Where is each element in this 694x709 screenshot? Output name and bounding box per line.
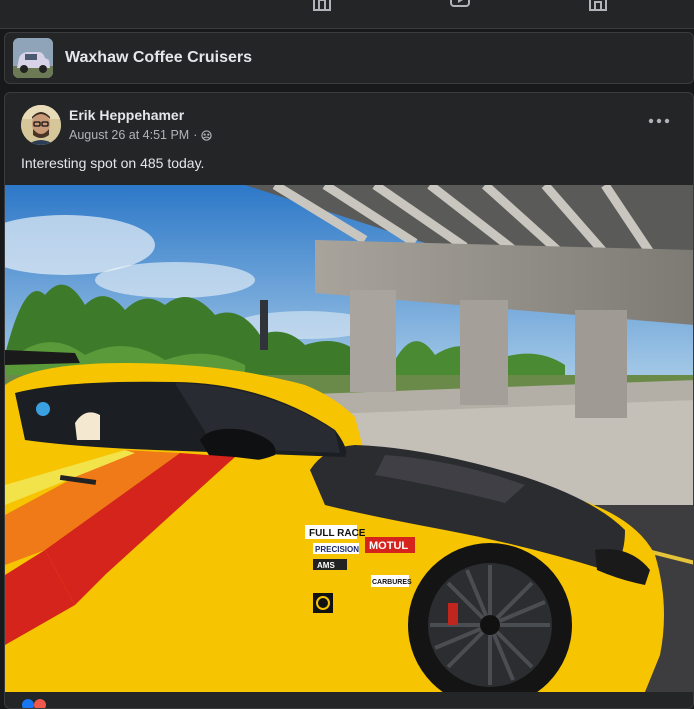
group-thumbnail[interactable] — [13, 38, 53, 78]
decal-carbures: CARBURES — [372, 579, 412, 586]
home-icon[interactable] — [311, 0, 333, 12]
avatar[interactable] — [21, 105, 61, 145]
post-author[interactable]: Erik Heppehamer — [69, 107, 184, 123]
decal-motul: MOTUL — [369, 540, 408, 552]
post-card: Erik Heppehamer August 26 at 4:51 PM · I… — [4, 92, 694, 709]
post-timestamp[interactable]: August 26 at 4:51 PM — [69, 128, 189, 142]
post-caption: Interesting spot on 485 today. — [21, 155, 205, 171]
decal-precision: PRECISION — [315, 545, 359, 554]
decal-ams: AMS — [317, 561, 335, 570]
marketplace-icon[interactable] — [587, 0, 609, 12]
more-options-icon[interactable] — [647, 115, 671, 127]
decal-full-race: FULL RACE — [309, 528, 366, 539]
top-navigation-bar — [0, 0, 694, 29]
group-name[interactable]: Waxhaw Coffee Cruisers — [65, 49, 252, 67]
reaction-icons[interactable] — [21, 696, 61, 709]
profile-photo-icon — [21, 105, 61, 145]
video-icon[interactable] — [449, 0, 471, 12]
meta-separator: · — [193, 128, 198, 142]
group-header[interactable]: Waxhaw Coffee Cruisers — [4, 32, 694, 84]
post-photo[interactable]: FULL RACE PRECISION MOTUL AMS CARBURES — [5, 185, 693, 692]
car-under-overpass-image: FULL RACE PRECISION MOTUL AMS CARBURES — [5, 185, 693, 692]
car-thumbnail-icon — [13, 38, 53, 78]
post-meta: August 26 at 4:51 PM · — [69, 128, 213, 142]
group-privacy-icon — [201, 129, 213, 141]
